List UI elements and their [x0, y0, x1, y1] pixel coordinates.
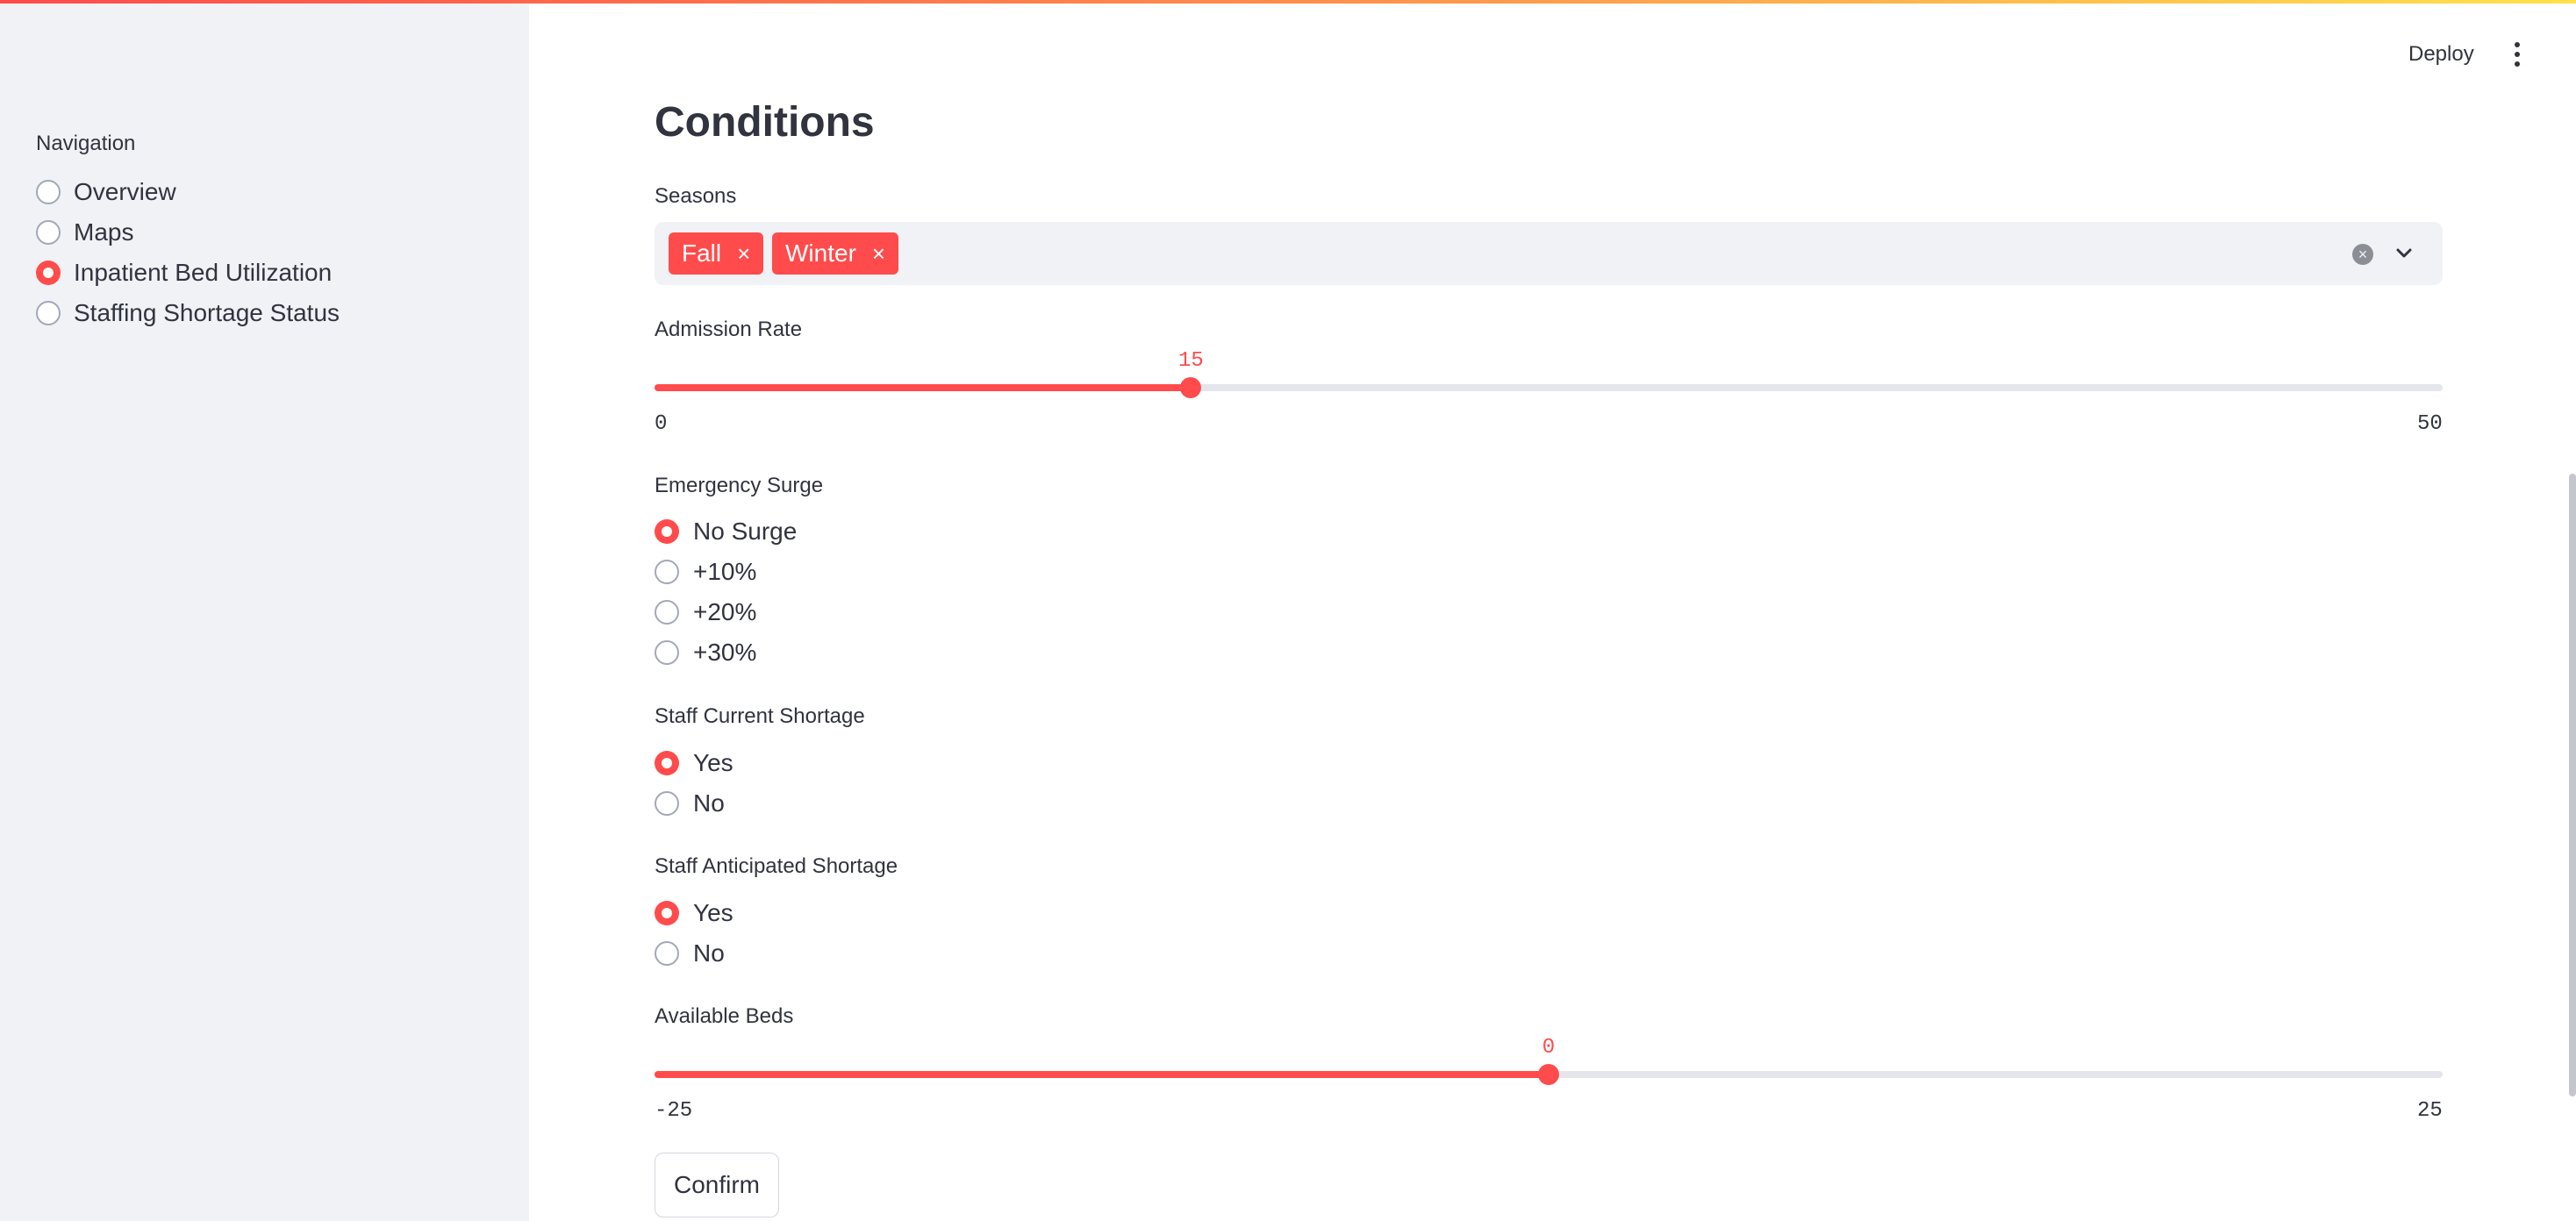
surge-option-30[interactable]: +30% — [655, 632, 797, 673]
nav-item-label: Maps — [74, 218, 134, 246]
surge-option-no-surge[interactable]: No Surge — [655, 511, 797, 552]
top-decoration-bar — [0, 0, 2576, 4]
page-title: Conditions — [655, 99, 875, 146]
radio-button[interactable] — [36, 180, 61, 204]
staff-current-shortage-radio-group: Yes No — [655, 743, 733, 824]
staff-anticipated-shortage-label: Staff Anticipated Shortage — [655, 854, 898, 878]
confirm-button[interactable]: Confirm — [655, 1153, 779, 1217]
scrollbar[interactable] — [2569, 474, 2576, 1096]
deploy-button[interactable]: Deploy — [2408, 42, 2474, 67]
navigation-radio-group: Overview Maps Inpatient Bed Utilization … — [36, 172, 340, 333]
sidebar: Navigation Overview Maps Inpatient Bed U… — [0, 0, 529, 1221]
tag-label: Fall — [682, 239, 722, 267]
remove-tag-icon[interactable]: × — [737, 240, 750, 268]
nav-item-inpatient-bed-utilization[interactable]: Inpatient Bed Utilization — [36, 253, 340, 293]
chevron-down-icon[interactable] — [2392, 241, 2416, 266]
radio-button-selected[interactable] — [655, 519, 679, 544]
admission-rate-label: Admission Rate — [655, 318, 803, 341]
option-label: +30% — [693, 639, 757, 666]
radio-button[interactable] — [655, 640, 679, 665]
surge-option-20[interactable]: +20% — [655, 592, 797, 632]
admission-rate-max: 50 — [2417, 412, 2443, 436]
clear-all-icon[interactable]: × — [2352, 244, 2373, 265]
option-label: No Surge — [693, 518, 798, 545]
radio-button[interactable] — [655, 560, 679, 584]
tag-label: Winter — [785, 239, 856, 267]
staff-current-shortage-label: Staff Current Shortage — [655, 704, 865, 728]
seasons-label: Seasons — [655, 184, 737, 208]
nav-item-maps[interactable]: Maps — [36, 212, 340, 253]
remove-tag-icon[interactable]: × — [872, 240, 885, 268]
radio-button[interactable] — [36, 301, 61, 325]
radio-button[interactable] — [655, 941, 679, 966]
option-label: Yes — [693, 899, 733, 926]
surge-option-10[interactable]: +10% — [655, 552, 797, 592]
current-shortage-yes[interactable]: Yes — [655, 743, 733, 783]
staff-anticipated-shortage-radio-group: Yes No — [655, 893, 733, 974]
available-beds-max: 25 — [2417, 1099, 2443, 1123]
nav-item-staffing-shortage-status[interactable]: Staffing Shortage Status — [36, 293, 340, 333]
slider-fill — [655, 384, 1191, 391]
option-label: No — [693, 939, 725, 967]
slider-fill — [655, 1071, 1549, 1078]
admission-rate-min: 0 — [655, 412, 668, 436]
kebab-menu-icon[interactable] — [2511, 42, 2523, 67]
nav-item-overview[interactable]: Overview — [36, 172, 340, 212]
available-beds-min: -25 — [655, 1099, 693, 1123]
season-tag-fall: Fall × — [669, 232, 764, 275]
radio-button[interactable] — [655, 600, 679, 625]
option-label: No — [693, 789, 725, 817]
radio-button-selected[interactable] — [36, 261, 61, 285]
emergency-surge-label: Emergency Surge — [655, 474, 824, 497]
emergency-surge-radio-group: No Surge +10% +20% +30% — [655, 511, 797, 673]
available-beds-label: Available Beds — [655, 1004, 794, 1028]
nav-item-label: Inpatient Bed Utilization — [74, 259, 333, 286]
option-label: +10% — [693, 558, 757, 585]
radio-button-selected[interactable] — [655, 901, 679, 925]
option-label: +20% — [693, 598, 757, 625]
anticipated-shortage-no[interactable]: No — [655, 933, 733, 974]
option-label: Yes — [693, 749, 733, 776]
radio-button[interactable] — [655, 791, 679, 816]
available-beds-value: 0 — [1542, 1036, 1556, 1060]
radio-button[interactable] — [36, 220, 61, 245]
slider-thumb[interactable] — [1538, 1064, 1559, 1085]
current-shortage-no[interactable]: No — [655, 783, 733, 824]
admission-rate-slider[interactable] — [655, 377, 2443, 398]
anticipated-shortage-yes[interactable]: Yes — [655, 893, 733, 933]
seasons-multiselect[interactable]: Fall × Winter × × — [655, 222, 2443, 285]
nav-item-label: Overview — [74, 178, 176, 205]
navigation-label: Navigation — [36, 132, 136, 155]
available-beds-slider[interactable] — [655, 1064, 2443, 1085]
season-tag-winter: Winter × — [772, 232, 899, 275]
admission-rate-value: 15 — [1177, 349, 1204, 373]
nav-item-label: Staffing Shortage Status — [74, 299, 340, 326]
radio-button-selected[interactable] — [655, 751, 679, 775]
slider-thumb[interactable] — [1180, 377, 1202, 398]
